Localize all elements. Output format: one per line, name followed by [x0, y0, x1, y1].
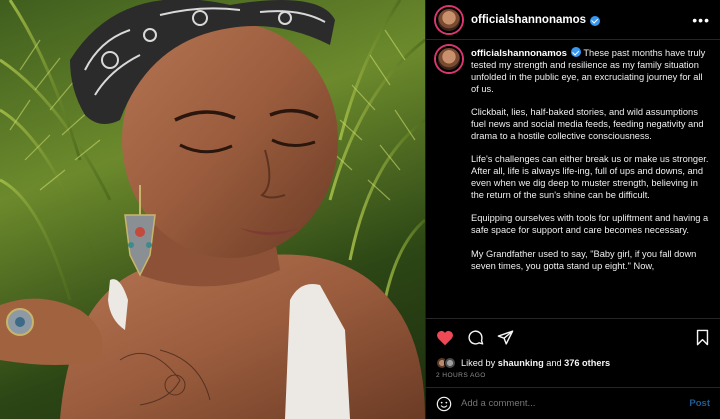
comment-icon[interactable]: [467, 329, 484, 346]
caption-paragraph: Clickbait, lies, half-baked stories, and…: [471, 107, 704, 141]
emoji-icon[interactable]: [436, 396, 452, 412]
avatar[interactable]: [436, 6, 462, 33]
header-username[interactable]: officialshannonamos: [471, 14, 586, 26]
likes-text: Liked by shaunking and 376 others: [461, 358, 610, 368]
verified-badge-icon: [590, 15, 601, 26]
caption-username[interactable]: officialshannonamos: [471, 48, 567, 59]
more-options-icon[interactable]: •••: [692, 12, 710, 28]
heart-icon[interactable]: [436, 330, 454, 346]
liked-by-and: and: [543, 358, 565, 368]
post-comment-button[interactable]: Post: [689, 398, 710, 409]
likes-row: Liked by shaunking and 376 others: [426, 356, 720, 370]
liked-by-user[interactable]: shaunking: [498, 358, 544, 368]
post-side-panel: officialshannonamos ••• officialshannona…: [425, 0, 720, 419]
verified-badge-icon: [570, 47, 581, 57]
caption-paragraph: My Grandfather used to say, "Baby girl, …: [471, 248, 697, 271]
others-count[interactable]: 376 others: [564, 358, 610, 368]
post-timestamp: 2 HOURS AGO: [436, 372, 486, 379]
bookmark-icon[interactable]: [695, 329, 710, 346]
caption-paragraph: Life's challenges can either break us or…: [471, 154, 709, 201]
action-bar: [426, 318, 720, 356]
caption-area[interactable]: officialshannonamos These past months ha…: [426, 40, 720, 318]
post-photo[interactable]: [0, 0, 425, 419]
caption-paragraph: Equipping ourselves with tools for uplif…: [471, 213, 709, 236]
liker-avatar[interactable]: [444, 357, 456, 369]
comment-bar: Post: [426, 387, 720, 419]
caption-avatar[interactable]: [436, 46, 462, 72]
portrait-illustration: [0, 0, 425, 419]
post-header: officialshannonamos •••: [426, 0, 720, 40]
share-icon[interactable]: [497, 329, 514, 346]
comment-input[interactable]: [461, 398, 690, 409]
instagram-post: officialshannonamos ••• officialshannona…: [0, 0, 720, 419]
caption-paragraph: officialshannonamos These past months ha…: [471, 46, 710, 96]
caption-text: officialshannonamos These past months ha…: [471, 46, 710, 318]
liked-by-prefix: Liked by: [461, 358, 498, 368]
